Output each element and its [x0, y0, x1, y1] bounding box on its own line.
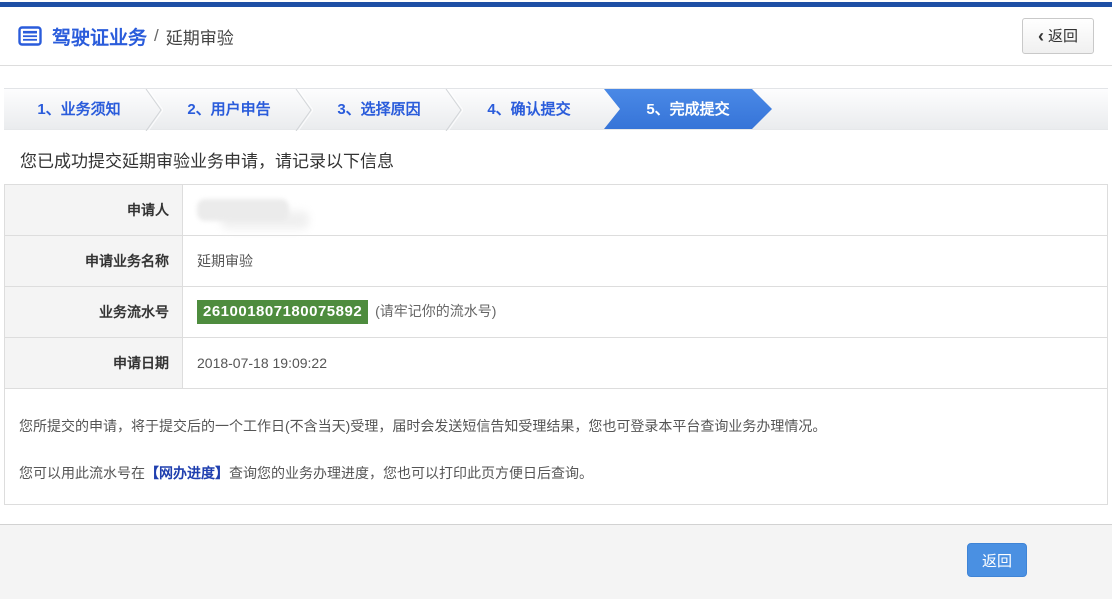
row-label: 业务流水号: [5, 287, 183, 338]
page: 驾驶证业务 / 延期审验 ‹ 返回 1、业务须知 2、用户申告 3、选择原因 4…: [0, 2, 1112, 599]
footer-bar: 返回: [0, 524, 1112, 599]
step-wizard: 1、业务须知 2、用户申告 3、选择原因 4、确认提交 5、完成提交: [4, 88, 1108, 130]
list-form-icon: [18, 26, 42, 46]
page-title-secondary: 延期审验: [166, 24, 234, 49]
step-4-confirm-submit[interactable]: 4、确认提交: [454, 89, 604, 129]
breadcrumb-divider: /: [154, 26, 159, 46]
row-value: 延期审验: [183, 236, 1108, 287]
step-label: 1、业务须知: [37, 101, 120, 118]
application-summary-table: 申请人 申请业务名称 延期审验 业务流水号 261001807180075892…: [4, 184, 1108, 389]
step-separator-icon: [295, 89, 313, 131]
note-progress-query: 您可以用此流水号在【网办进度】查询您的业务办理进度，您也可以打印此页方便日后查询…: [19, 463, 1093, 483]
success-message: 您已成功提交延期审验业务申请，请记录以下信息: [20, 147, 1112, 172]
serial-number-badge: 261001807180075892: [197, 300, 368, 324]
step-label: 3、选择原因: [337, 101, 420, 118]
step-separator-icon: [145, 89, 163, 131]
step-5-complete-submit[interactable]: 5、完成提交: [604, 89, 772, 129]
serial-number-note: (请牢记你的流水号): [375, 303, 496, 319]
note-text: 您可以用此流水号在: [19, 465, 145, 481]
back-button-bottom[interactable]: 返回: [967, 543, 1027, 577]
step-2-user-declaration[interactable]: 2、用户申告: [154, 89, 304, 129]
online-progress-link[interactable]: 【网办进度】: [145, 465, 229, 481]
back-button-top-label: 返回: [1048, 25, 1078, 46]
redacted-applicant-name: [197, 199, 289, 221]
row-value: 261001807180075892 (请牢记你的流水号): [183, 287, 1108, 338]
page-header: 驾驶证业务 / 延期审验 ‹ 返回: [0, 7, 1112, 66]
row-label: 申请人: [5, 185, 183, 236]
notes-box: 您所提交的申请，将于提交后的一个工作日(不含当天)受理，届时会发送短信告知受理结…: [4, 389, 1108, 505]
table-row-applicant: 申请人: [5, 185, 1108, 236]
note-text: 查询您的业务办理进度，您也可以打印此页方便日后查询。: [229, 465, 593, 481]
table-row-serial-number: 业务流水号 261001807180075892 (请牢记你的流水号): [5, 287, 1108, 338]
table-row-business-name: 申请业务名称 延期审验: [5, 236, 1108, 287]
step-label: 4、确认提交: [487, 101, 570, 118]
row-label: 申请日期: [5, 338, 183, 389]
note-processing-time: 您所提交的申请，将于提交后的一个工作日(不含当天)受理，届时会发送短信告知受理结…: [19, 416, 1093, 436]
step-label: 2、用户申告: [187, 101, 270, 118]
table-row-apply-date: 申请日期 2018-07-18 19:09:22: [5, 338, 1108, 389]
step-1-business-notice[interactable]: 1、业务须知: [4, 89, 154, 129]
chevron-left-icon: ‹: [1038, 29, 1044, 43]
row-label: 申请业务名称: [5, 236, 183, 287]
step-label: 5、完成提交: [646, 101, 729, 118]
step-3-choose-reason[interactable]: 3、选择原因: [304, 89, 454, 129]
back-button-top[interactable]: ‹ 返回: [1022, 18, 1094, 54]
page-title-primary: 驾驶证业务: [52, 23, 147, 50]
row-value: 2018-07-18 19:09:22: [183, 338, 1108, 389]
step-separator-icon: [445, 89, 463, 131]
row-value-redacted: [183, 185, 1108, 236]
